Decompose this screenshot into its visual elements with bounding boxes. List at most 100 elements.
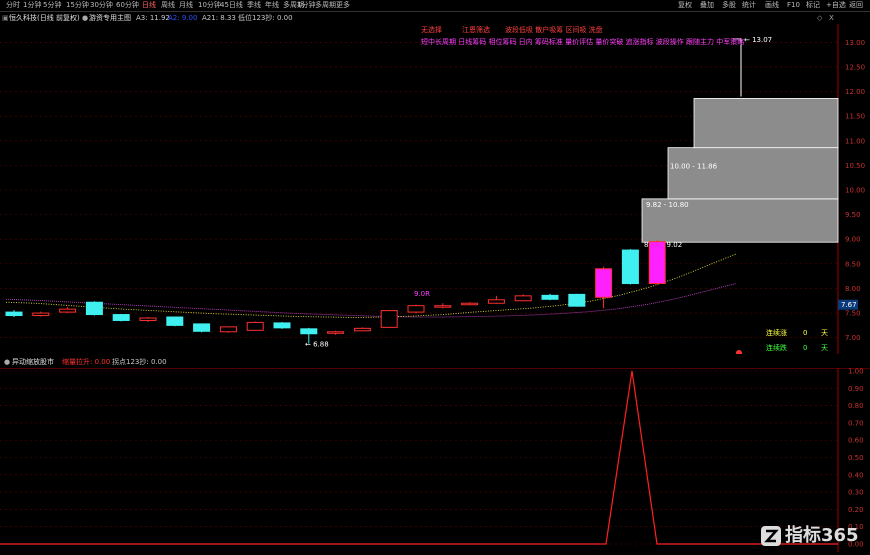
candle-body — [166, 316, 184, 326]
tab-11[interactable]: 季线 — [247, 0, 261, 11]
candle-body — [380, 310, 398, 328]
price-tick: 10.50 — [845, 162, 865, 170]
candle-body — [514, 295, 532, 302]
sub-tick: 0.50 — [848, 454, 864, 462]
price-tick: 12.00 — [845, 88, 865, 96]
tab-7[interactable]: 周线 — [161, 0, 175, 11]
signal-value: 缩量拉升: 0.00 — [62, 358, 111, 366]
sub-tick: 0.20 — [848, 506, 864, 514]
watermark: 指标365 — [760, 523, 868, 549]
candle-body — [541, 294, 559, 300]
tab-12[interactable]: 年线 — [265, 0, 279, 11]
candle-body — [85, 301, 103, 316]
toolbar-button-1[interactable]: 叠加 — [700, 0, 714, 11]
tab-10[interactable]: 45日线 — [220, 0, 243, 11]
collapse-icon[interactable]: ▣ — [2, 12, 9, 24]
range-label: 9.82 - 10.80 — [646, 201, 689, 209]
candle-body — [59, 308, 77, 313]
sub-tick: 0.70 — [848, 419, 864, 427]
annotation-text: 无选择 — [421, 25, 442, 34]
price-zone-box — [693, 98, 839, 149]
tab-1[interactable]: 1分钟 — [23, 0, 41, 11]
candle-body — [5, 311, 23, 317]
candle-body — [32, 312, 50, 317]
price-tick: 9.50 — [845, 211, 861, 219]
price-zone-box — [667, 147, 839, 200]
close-icon[interactable]: X — [829, 12, 834, 24]
tab-9[interactable]: 10分钟 — [198, 0, 221, 11]
tab-5[interactable]: 60分钟 — [116, 0, 139, 11]
alert-icon — [736, 350, 742, 354]
price-tick: 12.50 — [845, 63, 865, 71]
chart-window: 分时 1分钟 5分钟 15分钟 30分钟 60分钟 日线 周线 月线 10分钟 45日线 季线 年线 多周… — [0, 0, 870, 555]
price-tick: 13.00 — [845, 39, 865, 47]
tab-16[interactable]: 更多 — [336, 0, 350, 11]
tab-0[interactable]: 分时 — [6, 0, 20, 11]
tab-8[interactable]: 月线 — [179, 0, 193, 11]
stock-title: 恒久科技(日线 前复权) — [9, 14, 80, 22]
streak-up-value: 0 — [803, 329, 807, 337]
toolbar-button-8[interactable]: 返回 — [849, 0, 863, 11]
candle-body — [193, 323, 211, 332]
price-tick: 7.00 — [845, 334, 861, 342]
candle-body — [407, 305, 425, 313]
toolbar-button-3[interactable]: 统计 — [742, 0, 756, 11]
a21-value: A21: 8.33 — [202, 14, 236, 22]
sub-chart: 1.000.900.800.700.600.500.400.300.200.10… — [0, 368, 870, 552]
sub-tick: 0.30 — [848, 489, 864, 497]
tab-3[interactable]: 15分钟 — [66, 0, 89, 11]
sub-title[interactable]: 异动缩放股市 — [12, 356, 54, 368]
tab-4[interactable]: 30分钟 — [90, 0, 113, 11]
settings-icon[interactable]: ◇ — [817, 12, 822, 24]
toolbar-button-5[interactable]: F10 — [787, 0, 800, 11]
watermark-text: 指标365 — [785, 525, 859, 546]
candle-body — [434, 305, 452, 308]
candle-body — [273, 322, 291, 329]
annotation-text: 江恩筛选 — [462, 25, 490, 34]
candle-body — [300, 328, 318, 335]
sub-tick: 0.60 — [848, 437, 864, 445]
annotation-row2: 短中长周期 日线筹码 相位筹码 日内 筹码标准 量价评估 量价突破 追涨指标 波… — [421, 37, 744, 46]
period-toolbar: 分时 1分钟 5分钟 15分钟 30分钟 60分钟 日线 周线 月线 10分钟 45日线 季线 年线 多周… — [0, 0, 870, 12]
sub-tick: 0.80 — [848, 402, 864, 410]
candle-body — [327, 331, 345, 334]
tab-15[interactable]: 多周期 — [315, 0, 336, 11]
candle-body — [139, 317, 157, 321]
candle-body — [461, 302, 479, 306]
sub-info-bar: ● 异动缩放股市 缩量拉升: 0.00 拐点123抄: 0.00 — [0, 356, 840, 368]
tab-6[interactable]: 日线 — [142, 0, 156, 11]
candle-body — [621, 249, 639, 285]
indicator-name[interactable]: 游资专用主图 — [89, 12, 131, 24]
tab-14[interactable]: 1分钟 — [297, 0, 315, 11]
streak-up-unit: 天 — [821, 329, 828, 337]
candle-body — [246, 321, 264, 331]
sub-tick: 0.90 — [848, 385, 864, 393]
candle-body — [648, 241, 666, 285]
current-price-label: 7.67 — [841, 301, 857, 309]
candle-body — [595, 268, 613, 298]
a3-value: A3: 11.92 — [136, 14, 170, 22]
main-info-bar: ▣ 恒久科技(日线 前复权) ● 游资专用主图 A3: 11.92 A2: 9.… — [0, 12, 840, 24]
range-label: 10.00 - 11.86 — [670, 162, 718, 170]
toolbar-button-6[interactable]: 标记 — [806, 0, 820, 11]
price-tick: 8.00 — [845, 285, 861, 293]
extra-value: 拐点123抄: 0.00 — [112, 358, 167, 366]
hold-value: 低位123抄: 0.00 — [238, 14, 293, 22]
candle-body — [353, 327, 371, 332]
toolbar-button-7[interactable]: +自选 — [826, 0, 846, 11]
price-tick: 11.00 — [845, 137, 865, 145]
toolbar-button-2[interactable]: 多股 — [722, 0, 736, 11]
tab-2[interactable]: 5分钟 — [43, 0, 61, 11]
streak-down-value: 0 — [803, 344, 807, 352]
candle-body — [487, 299, 505, 304]
logo-icon — [761, 526, 781, 546]
toolbar-button-4[interactable]: 画线 — [765, 0, 779, 11]
price-tick: 7.50 — [845, 310, 861, 318]
mid-label: 9.0R — [414, 290, 430, 298]
price-tick: 10.00 — [845, 187, 865, 195]
indicator-dot-icon: ● — [4, 358, 11, 366]
toolbar-button-0[interactable]: 复权 — [678, 0, 692, 11]
low-label: ← 6.88 — [305, 341, 329, 349]
price-tick: 9.00 — [845, 236, 861, 244]
streak-up-label: 连续涨 — [766, 328, 787, 337]
